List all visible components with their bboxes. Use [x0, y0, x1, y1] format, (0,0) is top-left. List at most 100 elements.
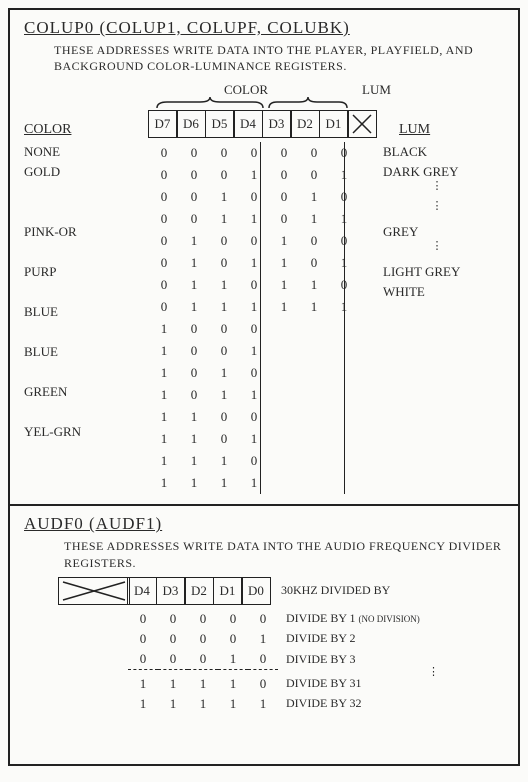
bit-cell: 1 — [239, 340, 269, 362]
bit-cell: 0 — [209, 428, 239, 450]
dots-icon: ⋮ — [383, 182, 493, 190]
color-name-cell — [24, 402, 149, 422]
table-row: 0100100 — [149, 230, 359, 252]
bit-cell: 1 — [209, 186, 239, 208]
bit-cell: 1 — [239, 428, 269, 450]
bit-cell: 0 — [239, 450, 269, 472]
table-row: 00001DIVIDE BY 2 — [128, 629, 497, 649]
bit-cell: 0 — [188, 649, 218, 670]
bit-cell: 1 — [218, 649, 248, 670]
bit-cell: 1 — [209, 472, 239, 494]
brace-row: COLOR LUM — [24, 82, 504, 108]
table-row: 1000 — [149, 318, 359, 340]
bit-cell: 1 — [158, 694, 188, 714]
bit-cell — [299, 384, 329, 406]
bit-cell: 1 — [149, 406, 179, 428]
x-icon — [351, 113, 373, 135]
table-row: 0010010 — [149, 186, 359, 208]
table-row: 1111 — [149, 472, 359, 494]
continuation-dots: ⋮ — [428, 665, 441, 678]
table-row: 0110110 — [149, 274, 359, 296]
bit-header-d5: D5 — [205, 110, 235, 138]
colup-data-area: NONEGOLDPINK-ORPURPBLUEBLUEGREENYEL-GRN … — [24, 142, 504, 494]
dots-icon: ⋮ — [383, 202, 493, 210]
brace-label-lum: LUM — [362, 82, 391, 98]
table-row: 1101 — [149, 428, 359, 450]
lum-name-cell: WHITE — [383, 282, 493, 302]
table-row: 00010DIVIDE BY 3 — [128, 649, 497, 670]
color-name-cell — [24, 182, 149, 202]
bit-cell: 1 — [179, 450, 209, 472]
table-row: 00000DIVIDE BY 1 (NO DIVISION) — [128, 609, 497, 629]
audf-header-row: D4 D3 D2 D1 D0 30KHZ DIVIDED BY — [58, 577, 504, 605]
bit-cell: 1 — [269, 296, 299, 318]
bit-cell: 0 — [158, 609, 188, 629]
bit-cell: 1 — [149, 384, 179, 406]
bit-cell: 0 — [179, 318, 209, 340]
bit-cell — [299, 340, 329, 362]
bit-cell — [299, 428, 329, 450]
bit-cell — [269, 428, 299, 450]
bit-cell — [269, 406, 299, 428]
bit-cell: 0 — [239, 362, 269, 384]
bit-cell: 1 — [179, 428, 209, 450]
audf-section: AUDF0 (AUDF1) THESE ADDRESSES WRITE DATA… — [10, 506, 518, 723]
bit-cell: 1 — [209, 450, 239, 472]
bit-cell: 1 — [179, 252, 209, 274]
bit-cell: 0 — [239, 318, 269, 340]
bit-cell: 1 — [158, 674, 188, 694]
color-name-cell: NONE — [24, 142, 149, 162]
audf-unused-box — [58, 577, 130, 605]
bit-cell: 1 — [188, 674, 218, 694]
table-row: 1010 — [149, 362, 359, 384]
color-name-cell — [24, 322, 149, 342]
bit-cell: 0 — [128, 609, 158, 629]
audf-table: 00000DIVIDE BY 1 (NO DIVISION)00001DIVID… — [128, 609, 497, 714]
bit-cell: 1 — [239, 164, 269, 186]
bit-cell: 0 — [218, 629, 248, 649]
divider-line-mid — [260, 142, 261, 494]
bit-cell: 1 — [299, 186, 329, 208]
bit-cell: 0 — [299, 164, 329, 186]
divide-label: DIVIDE BY 3 — [278, 649, 497, 670]
bit-cell: 0 — [149, 230, 179, 252]
bit-cell: 0 — [239, 230, 269, 252]
bit-cell: 0 — [299, 142, 329, 164]
bit-cell: 0 — [188, 629, 218, 649]
table-row: 0011011 — [149, 208, 359, 230]
color-names-column: NONEGOLDPINK-ORPURPBLUEBLUEGREENYEL-GRN — [24, 142, 149, 494]
bit-cell: 0 — [149, 274, 179, 296]
color-column-header: COLOR — [24, 122, 149, 138]
bit-cell: 0 — [239, 142, 269, 164]
color-name-cell — [24, 202, 149, 222]
bit-cell: 0 — [179, 164, 209, 186]
bit-cell — [299, 450, 329, 472]
table-row: 1011 — [149, 384, 359, 406]
colup-title: COLUP0 (COLUP1, COLUPF, COLUBK) — [24, 18, 504, 38]
bit-cell — [269, 340, 299, 362]
bit-cell — [269, 362, 299, 384]
bit-cell: 0 — [239, 406, 269, 428]
bit-cell: 1 — [269, 274, 299, 296]
bit-cell: 0 — [248, 609, 278, 629]
bit-cell: 1 — [239, 472, 269, 494]
color-name-cell — [24, 242, 149, 262]
bit-cell: 0 — [248, 649, 278, 670]
brace-icon-color — [155, 96, 265, 110]
bit-cell: 0 — [149, 252, 179, 274]
bit-cell: 1 — [248, 694, 278, 714]
brace-icon-lum — [267, 96, 349, 110]
bit-cell: 1 — [149, 450, 179, 472]
lum-column-header: LUM — [377, 122, 504, 138]
bit-cell: 1 — [179, 406, 209, 428]
lum-name-cell: LIGHT GREY — [383, 262, 493, 282]
color-name-cell: GREEN — [24, 382, 149, 402]
lum-name-cell: DARK GREY — [383, 162, 493, 182]
table-row: 0111111 — [149, 296, 359, 318]
bit-cell: 0 — [179, 340, 209, 362]
bit-cell: 1 — [218, 694, 248, 714]
bit-cell: 1 — [209, 296, 239, 318]
bit-cell: 0 — [209, 142, 239, 164]
table-row: 11110DIVIDE BY 31 — [128, 674, 497, 694]
lum-name-cell: ⋮ — [383, 182, 493, 202]
